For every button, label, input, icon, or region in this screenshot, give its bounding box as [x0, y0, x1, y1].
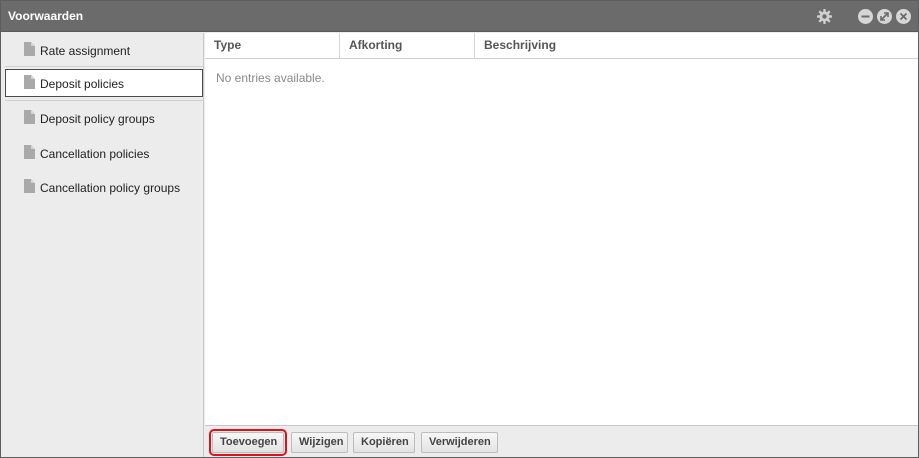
document-icon [24, 179, 35, 193]
title-bar[interactable]: Voorwaarden [1, 1, 918, 32]
sidebar-item-label: Rate assignment [40, 44, 131, 58]
sidebar-item-label: Deposit policy groups [40, 112, 155, 126]
gear-icon[interactable] [816, 8, 833, 25]
column-header-type[interactable]: Type [205, 33, 340, 59]
sidebar-item-label: Deposit policies [40, 77, 125, 91]
add-button[interactable]: Toevoegen [209, 429, 287, 456]
action-bar: Toevoegen Wijzigen Kopiëren Verwijderen [205, 425, 918, 457]
restore-icon[interactable] [877, 9, 892, 24]
sidebar-item-label: Cancellation policies [40, 147, 150, 161]
sidebar-divider [5, 100, 203, 101]
sidebar-item-deposit-policies[interactable]: Deposit policies [5, 69, 203, 97]
empty-message: No entries available. [216, 71, 325, 85]
document-icon [24, 145, 35, 159]
document-icon [24, 42, 35, 56]
table-panel: Type Afkorting Beschrijving No entries a… [205, 33, 918, 425]
close-icon[interactable] [896, 9, 911, 24]
document-icon [24, 75, 35, 89]
document-icon [24, 110, 35, 124]
terms-window: Voorwaarden Rate assignment Deposit poli… [0, 0, 919, 458]
window-title: Voorwaarden [8, 9, 84, 23]
minimize-icon[interactable] [858, 9, 873, 24]
column-header-afkorting[interactable]: Afkorting [340, 33, 475, 59]
delete-button[interactable]: Verwijderen [421, 432, 498, 453]
copy-button[interactable]: Kopiëren [353, 432, 415, 453]
sidebar-item-cancellation-policies[interactable]: Cancellation policies [5, 139, 203, 167]
sidebar: Rate assignment Deposit policies Deposit… [2, 33, 204, 457]
sidebar-item-rate-assignment[interactable]: Rate assignment [5, 36, 203, 64]
sidebar-item-cancellation-policy-groups[interactable]: Cancellation policy groups [5, 173, 203, 201]
table-header: Type Afkorting Beschrijving [205, 33, 918, 59]
sidebar-divider [5, 66, 203, 67]
edit-button[interactable]: Wijzigen [291, 432, 348, 453]
sidebar-item-deposit-policy-groups[interactable]: Deposit policy groups [5, 104, 203, 132]
sidebar-item-label: Cancellation policy groups [40, 181, 181, 195]
column-header-beschrijving[interactable]: Beschrijving [475, 33, 918, 59]
